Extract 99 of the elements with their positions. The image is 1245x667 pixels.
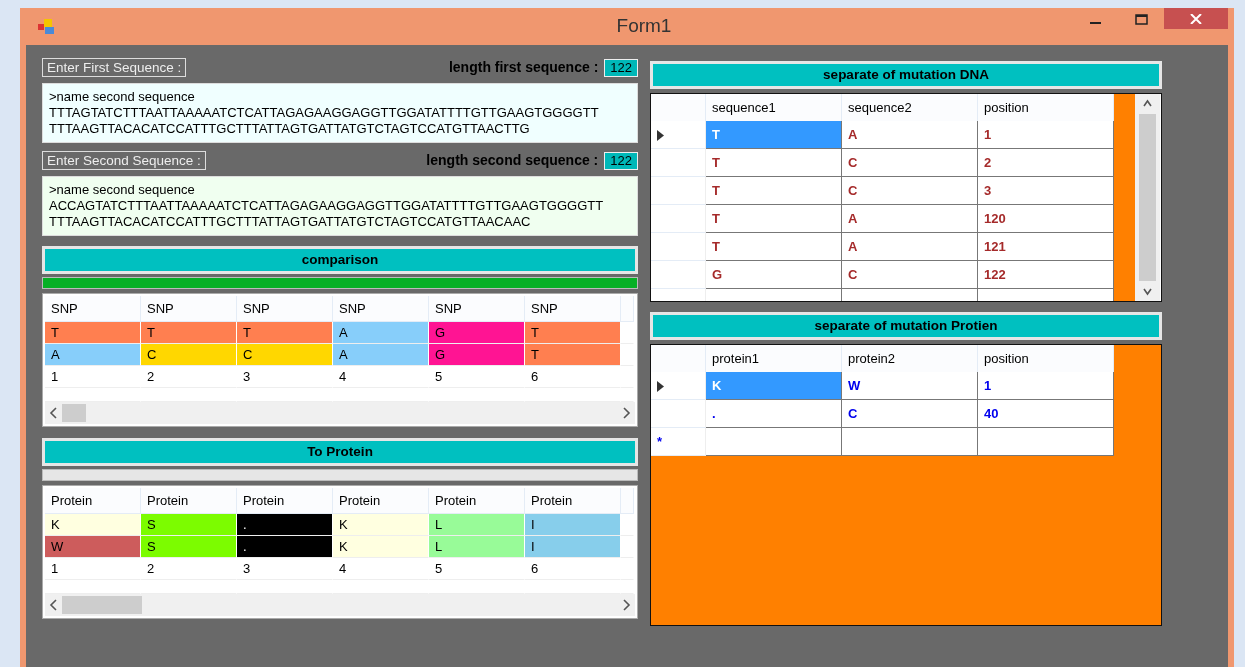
column-header: Protein: [141, 488, 237, 514]
grid-cell: S: [141, 514, 237, 536]
grid-cell[interactable]: C: [842, 261, 978, 289]
length-label: length first sequence :: [448, 58, 599, 77]
section-header-button[interactable]: separate of mutation Protien: [650, 312, 1162, 340]
grid-cell: 3: [237, 366, 333, 388]
grid-cell: S: [141, 536, 237, 558]
grid-cell: 1: [45, 366, 141, 388]
grid-cell: C: [141, 344, 237, 366]
grid-cell: .: [237, 514, 333, 536]
grid-cell: T: [141, 322, 237, 344]
length-value: 122: [604, 58, 638, 77]
section-header-button[interactable]: comparison: [42, 246, 638, 274]
grid-cell[interactable]: A: [842, 121, 978, 149]
grid-cell: K: [333, 536, 429, 558]
horizontal-scrollbar[interactable]: [45, 402, 635, 424]
new-row-marker: *: [657, 433, 663, 449]
grid-cell[interactable]: C: [842, 400, 978, 428]
section-header-button[interactable]: separate of mutation DNA: [650, 61, 1162, 89]
grid-cell[interactable]: C: [842, 177, 978, 205]
field-label: Enter Second Sequence :: [42, 151, 206, 170]
grid-cell: A: [45, 344, 141, 366]
column-header: Protein: [45, 488, 141, 514]
maximize-icon: [1134, 13, 1148, 25]
column-header: protein1: [706, 345, 842, 372]
vertical-scrollbar[interactable]: [1135, 94, 1160, 301]
grid-cell[interactable]: T: [706, 177, 842, 205]
scroll-left-icon[interactable]: [49, 599, 58, 611]
grid-cell: 1: [45, 558, 141, 580]
column-header: SNP: [525, 296, 621, 322]
grid-cell[interactable]: T: [706, 233, 842, 261]
grid-cell: I: [525, 536, 621, 558]
grid-cell: 5: [429, 366, 525, 388]
grid-cell: 2: [141, 558, 237, 580]
grid-cell: 5: [429, 558, 525, 580]
grid-cell: 2: [141, 366, 237, 388]
grid-cell: L: [429, 536, 525, 558]
grid-cell[interactable]: G: [706, 261, 842, 289]
grid-cell[interactable]: C: [842, 149, 978, 177]
scroll-right-icon[interactable]: [622, 407, 631, 419]
horizontal-scrollbar[interactable]: [45, 594, 635, 616]
grid-cell[interactable]: 1: [978, 372, 1114, 400]
scroll-thumb[interactable]: [62, 596, 142, 614]
scroll-right-icon[interactable]: [622, 599, 631, 611]
column-header: protein2: [842, 345, 978, 372]
scroll-thumb[interactable]: [1139, 114, 1156, 281]
grid-cell: K: [45, 514, 141, 536]
column-header: Protein: [525, 488, 621, 514]
column-header: SNP: [141, 296, 237, 322]
column-header: sequence2: [842, 94, 978, 121]
grid-cell[interactable]: T: [706, 149, 842, 177]
grid-cell: K: [333, 514, 429, 536]
grid-cell[interactable]: A: [842, 205, 978, 233]
grid-cell: I: [525, 514, 621, 536]
grid-cell[interactable]: T: [706, 205, 842, 233]
grid-cell: 6: [525, 366, 621, 388]
minimize-icon: [1089, 22, 1101, 24]
scroll-thumb[interactable]: [62, 404, 86, 422]
window-title: Form1: [615, 14, 673, 39]
column-header: sequence1: [706, 94, 842, 121]
column-header: SNP: [429, 296, 525, 322]
grid-cell[interactable]: W: [842, 372, 978, 400]
grid-cell: T: [525, 322, 621, 344]
grid-cell: G: [429, 322, 525, 344]
grid-cell[interactable]: .: [706, 400, 842, 428]
grid-cell: A: [333, 322, 429, 344]
app-icon: [38, 18, 56, 35]
grid-cell: T: [525, 344, 621, 366]
sequence-field[interactable]: >name second sequence TTTAGTATCTTTAATTAAAAATCTCATTAGAGAAGGAGGTTGGATATTTTGTTGAAGTGGGGTT TTTAAGTTACACATCCATTTGCTTTATTAGTGATTATGTCTAGTCCATGTTAACTTG: [42, 83, 638, 143]
grid-cell: A: [333, 344, 429, 366]
grid-cell: L: [429, 514, 525, 536]
grid-cell: 4: [333, 366, 429, 388]
column-header: Protein: [429, 488, 525, 514]
grid-cell: T: [45, 322, 141, 344]
column-header: SNP: [237, 296, 333, 322]
column-header: SNP: [45, 296, 141, 322]
grid-cell: W: [45, 536, 141, 558]
field-label: Enter First Sequence :: [42, 58, 187, 77]
column-header: Protein: [333, 488, 429, 514]
grid-cell: 6: [525, 558, 621, 580]
length-value: 122: [604, 151, 638, 170]
column-header: Protein: [237, 488, 333, 514]
close-icon: [1190, 13, 1202, 24]
close-button[interactable]: [1164, 8, 1228, 29]
grid-cell: 4: [333, 558, 429, 580]
grid-cell[interactable]: A: [842, 233, 978, 261]
grid-cell: C: [237, 344, 333, 366]
grid-cell: 3: [237, 558, 333, 580]
grid-cell: .: [237, 536, 333, 558]
scroll-left-icon[interactable]: [49, 407, 58, 419]
grid-cell: T: [237, 322, 333, 344]
grid-cell: G: [429, 344, 525, 366]
column-header: SNP: [333, 296, 429, 322]
column-header: position: [978, 94, 1114, 121]
column-header: position: [978, 345, 1114, 372]
section-header-button[interactable]: To Protein: [42, 438, 638, 466]
sequence-field[interactable]: >name second sequence ACCAGTATCTTTAATTAAAAATCTCATTAGAGAAGGAGGTTGGATATTTTGTTGAAGTGGGGTT TTTAAGTTACACATCCATTTGCTTTATTAGTGATTATGTCTAGTCCATGTTAACAAC: [42, 176, 638, 236]
grid-cell[interactable]: 40: [978, 400, 1114, 428]
length-label: length second sequence :: [426, 151, 599, 170]
